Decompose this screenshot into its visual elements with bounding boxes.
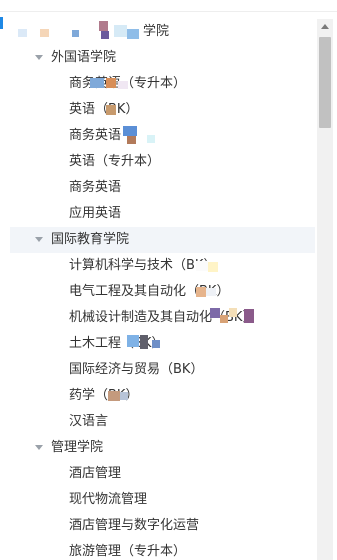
tree-leaf-label: 应用英语 — [69, 206, 122, 221]
tree-leaf-major[interactable]: 汉语言 — [10, 409, 315, 435]
privacy-mask — [127, 29, 139, 39]
tree-leaf-label: 英语（BK） — [69, 102, 139, 117]
tree-node-school-international-education[interactable]: 国际教育学院 — [10, 227, 315, 253]
tree-leaf-major[interactable]: 药学（BK） — [10, 383, 315, 409]
tree-leaf-label: 国际经济与贸易（BK） — [69, 362, 204, 377]
tree-node-root[interactable]: 学院 — [10, 19, 315, 45]
tree-node-label: 管理学院 — [51, 440, 104, 455]
privacy-mask — [152, 340, 160, 348]
tree-leaf-major[interactable]: 酒店管理 — [10, 461, 315, 487]
privacy-mask — [108, 391, 120, 401]
privacy-mask — [127, 335, 139, 347]
tree-leaf-label: 计算机科学与技术（BK） — [69, 258, 217, 273]
tree-node-school-foreign-languages[interactable]: 外国语学院 — [10, 45, 315, 71]
privacy-mask — [206, 288, 216, 296]
tree-leaf-label: 药学（BK） — [69, 388, 139, 403]
tree-leaf-major[interactable]: 旅游管理（专升本） — [10, 539, 315, 560]
scrollbar-thumb[interactable] — [319, 37, 331, 128]
caret-down-icon[interactable] — [35, 237, 43, 242]
tree-leaf-label: 酒店管理 — [69, 466, 122, 481]
privacy-mask — [196, 287, 206, 297]
tree-node-label: 学院 — [143, 24, 170, 39]
privacy-mask — [106, 105, 116, 115]
privacy-mask — [147, 135, 155, 143]
privacy-mask — [101, 31, 109, 39]
tree-leaf-label: 英语（专升本） — [69, 154, 161, 169]
caret-down-icon[interactable] — [35, 55, 43, 60]
tree-leaf-label: 酒店管理与数字化运营 — [69, 518, 200, 533]
caret-down-icon[interactable] — [35, 445, 43, 450]
top-divider — [0, 0, 337, 12]
tree-leaf-label: 商务英语 — [69, 128, 122, 143]
tree-leaf-major[interactable]: 机械设计制造及其自动化（BK） — [10, 305, 315, 331]
tree-leaf-major[interactable]: 国际经济与贸易（BK） — [10, 357, 315, 383]
tree-leaf-major[interactable]: 现代物流管理 — [10, 487, 315, 513]
tree-leaf-major[interactable]: 英语（BK） — [10, 97, 315, 123]
privacy-mask — [114, 25, 127, 37]
tree-leaf-major[interactable]: 土木工程（BK） — [10, 331, 315, 357]
privacy-mask — [118, 81, 128, 89]
tree-leaf-major[interactable]: 计算机科学与技术（BK） — [10, 253, 315, 279]
privacy-mask — [72, 30, 79, 37]
tree-leaf-major[interactable]: 商务英语 — [10, 175, 315, 201]
privacy-mask — [40, 29, 49, 37]
privacy-mask — [244, 309, 254, 323]
tree-leaf-label: 汉语言 — [69, 414, 109, 429]
privacy-mask — [106, 78, 116, 88]
privacy-mask — [229, 308, 237, 317]
privacy-mask — [196, 261, 208, 271]
left-edge-accent — [0, 17, 3, 29]
privacy-mask — [123, 126, 137, 136]
privacy-mask — [120, 392, 128, 400]
tree-leaf-label: 土木工程（BK） — [69, 336, 165, 351]
privacy-mask — [220, 315, 228, 323]
college-major-tree: 学院 外国语学院 商务英语（专升本） 英语（BK） 商务英语 英语（专升本） 商… — [10, 19, 315, 560]
tree-leaf-label: 旅游管理（专升本） — [69, 544, 187, 559]
privacy-mask — [127, 136, 136, 144]
tree-leaf-major[interactable]: 商务英语 — [10, 123, 315, 149]
tree-node-school-management[interactable]: 管理学院 — [10, 435, 315, 461]
tree-leaf-major[interactable]: 电气工程及其自动化（BK） — [10, 279, 315, 305]
privacy-mask — [140, 335, 148, 349]
privacy-mask — [210, 308, 220, 318]
tree-leaf-label: 现代物流管理 — [69, 492, 148, 507]
privacy-mask — [99, 21, 108, 31]
tree-leaf-major[interactable]: 应用英语 — [10, 201, 315, 227]
tree-leaf-major[interactable]: 商务英语（专升本） — [10, 71, 315, 97]
scroll-up-arrow-icon[interactable] — [321, 24, 329, 29]
tree-leaf-major[interactable]: 酒店管理与数字化运营 — [10, 513, 315, 539]
privacy-mask — [18, 29, 27, 37]
privacy-mask — [90, 78, 104, 88]
tree-node-label: 国际教育学院 — [51, 232, 130, 247]
tree-leaf-label: 商务英语 — [69, 180, 122, 195]
tree-leaf-major[interactable]: 英语（专升本） — [10, 149, 315, 175]
vertical-scrollbar[interactable] — [317, 19, 333, 560]
tree-node-label: 外国语学院 — [51, 50, 117, 65]
privacy-mask — [208, 262, 218, 272]
